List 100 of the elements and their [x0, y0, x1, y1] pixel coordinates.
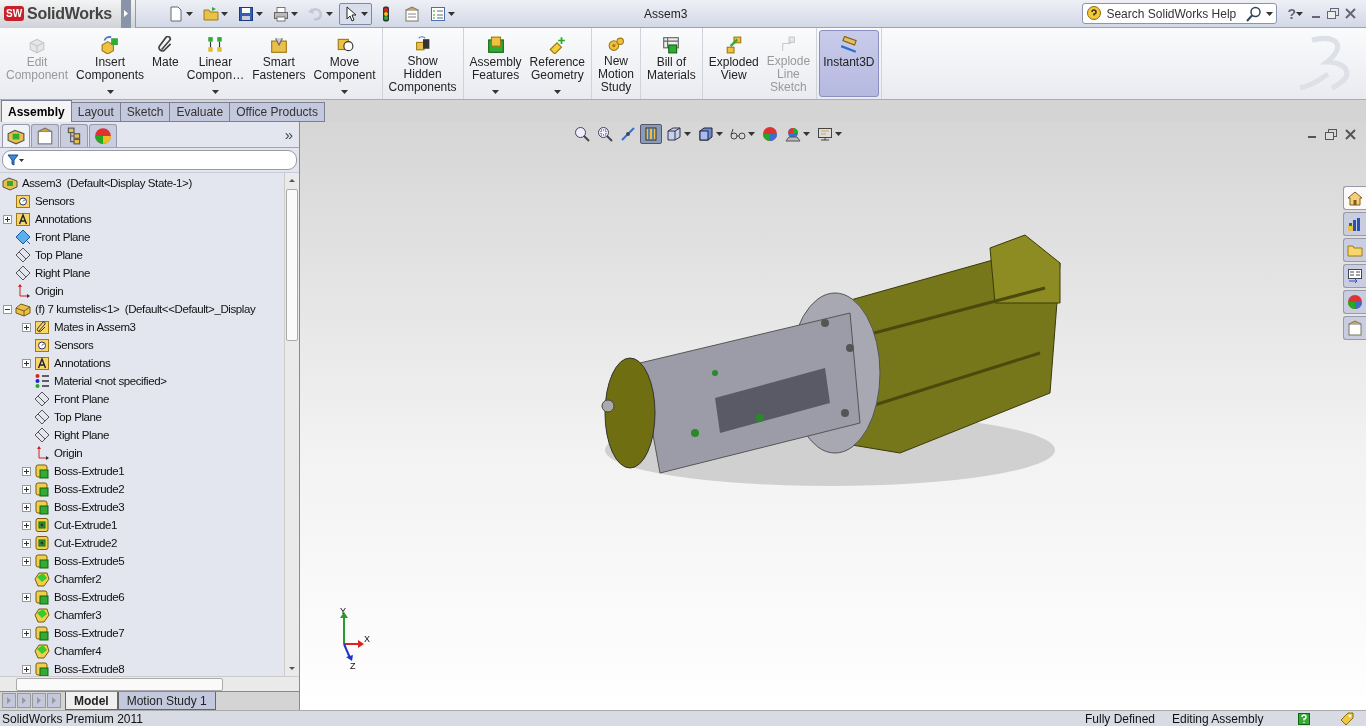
ribbon-tab[interactable]: Assembly [1, 100, 72, 122]
help-icon[interactable] [1298, 712, 1310, 725]
instant3d-button[interactable]: Instant3D [819, 30, 879, 97]
tree-item[interactable]: Origin [54, 447, 83, 459]
caret-icon[interactable] [803, 132, 810, 136]
caret-icon[interactable] [186, 11, 193, 16]
scene-sphere-icon[interactable] [785, 126, 801, 142]
zoom-area-icon[interactable] [597, 126, 613, 142]
tree-item[interactable]: Sensors [54, 339, 94, 351]
tree-item[interactable]: Assem3 (Default<Display State-1>) [22, 177, 192, 189]
ribbon-tab[interactable]: Office Products [229, 102, 325, 122]
assembly-tree-icon[interactable] [7, 127, 25, 145]
model-tab[interactable]: Model [65, 692, 118, 710]
monitor-icon[interactable] [817, 126, 833, 142]
expand-toggle[interactable] [3, 214, 12, 224]
color-sphere-icon[interactable] [1347, 294, 1363, 310]
caret-icon[interactable] [291, 11, 298, 16]
expand-toggle[interactable] [22, 322, 31, 332]
expand-toggle[interactable] [22, 502, 31, 512]
tree-item[interactable]: Chamfer2 [54, 573, 102, 585]
expand-toggle[interactable] [22, 628, 31, 638]
tree-item[interactable]: Mates in Assem3 [54, 321, 136, 333]
close-icon[interactable] [1345, 128, 1356, 140]
checklist-icon[interactable] [430, 5, 446, 22]
tree-item[interactable]: Annotations [35, 213, 92, 225]
insert-components-button[interactable]: Insert Components [72, 30, 149, 97]
expand-panel-button[interactable]: » [284, 126, 297, 143]
expand-toggle[interactable] [22, 520, 31, 530]
property-sheet-icon[interactable] [1347, 320, 1363, 336]
expand-toggle[interactable] [22, 592, 31, 602]
move-component-button[interactable]: Move Component [309, 30, 380, 97]
restore-icon[interactable] [1325, 128, 1337, 140]
library-icon[interactable] [1347, 216, 1363, 232]
ribbon-tab[interactable]: Layout [70, 102, 121, 122]
reference-geometry-button[interactable]: Reference Geometry [525, 30, 589, 97]
tree-item[interactable]: Top Plane [35, 249, 83, 261]
ribbon-tab[interactable]: Sketch [119, 102, 171, 122]
help-button[interactable]: ? [1287, 5, 1296, 22]
previous-view-icon[interactable] [620, 126, 636, 142]
property-sheet-icon[interactable] [36, 127, 54, 145]
restore-icon[interactable] [1327, 8, 1339, 19]
configuration-tree-icon[interactable] [65, 127, 83, 145]
search-field[interactable]: Search SolidWorks Help [1082, 3, 1278, 24]
printer-icon[interactable] [273, 5, 289, 22]
horizontal-scrollbar[interactable] [0, 676, 299, 691]
clipboard-icon[interactable] [404, 5, 420, 22]
tree-item[interactable]: Boss-Extrude7 [54, 627, 125, 639]
tree-item[interactable]: Origin [35, 285, 64, 297]
assembly-features-button[interactable]: Assembly Features [465, 30, 526, 97]
caret-icon[interactable] [1266, 11, 1274, 16]
smart-fasteners-button[interactable]: Smart Fasteners [248, 30, 310, 97]
house-icon[interactable] [1347, 190, 1363, 206]
caret-icon[interactable] [256, 11, 263, 16]
linear-pattern-button[interactable]: Linear Compon… [182, 30, 249, 97]
expand-toggle[interactable] [22, 358, 31, 368]
motion-study-button[interactable]: New Motion Study [594, 30, 638, 97]
tree-item[interactable]: Boss-Extrude3 [54, 501, 125, 513]
caret-icon[interactable] [835, 132, 842, 136]
caret-icon[interactable] [221, 11, 228, 16]
shaded-cube-icon[interactable] [698, 126, 714, 142]
tree-item[interactable]: Front Plane [35, 231, 91, 243]
tree-item[interactable]: Annotations [54, 357, 111, 369]
expand-toggle[interactable] [22, 538, 31, 548]
section-view-icon[interactable] [643, 126, 659, 142]
vertical-scrollbar[interactable] [284, 173, 299, 676]
tree-item[interactable]: Sensors [35, 195, 75, 207]
caret-icon[interactable] [1296, 11, 1303, 16]
close-icon[interactable] [1345, 8, 1356, 19]
expand-toggle[interactable] [22, 664, 31, 674]
filter-field[interactable] [2, 150, 297, 170]
tree-item[interactable]: Chamfer4 [54, 645, 102, 657]
tree-item[interactable]: Cut-Extrude1 [54, 519, 117, 531]
bill-of-materials-button[interactable]: Bill of Materials [643, 30, 700, 97]
tree-item[interactable]: Boss-Extrude1 [54, 465, 125, 477]
menu-arrow-icon[interactable] [124, 10, 128, 17]
caret-icon[interactable] [684, 132, 691, 136]
cube-views-icon[interactable] [666, 126, 682, 142]
caret-icon[interactable] [361, 11, 368, 16]
show-hidden-button[interactable]: Show Hidden Components [384, 30, 461, 97]
caret-icon[interactable] [748, 132, 755, 136]
tree-item[interactable]: Boss-Extrude2 [54, 483, 125, 495]
scrollbar-thumb[interactable] [286, 189, 298, 341]
tree-item[interactable]: (f) 7 kumstelis<1> (Default<<Default>_Display [35, 303, 256, 315]
caret-icon[interactable] [716, 132, 723, 136]
pointer-icon[interactable] [343, 5, 359, 22]
color-sphere-icon[interactable] [94, 127, 112, 145]
tree-item[interactable]: Top Plane [54, 411, 102, 423]
expand-toggle[interactable] [22, 484, 31, 494]
expand-toggle[interactable] [22, 466, 31, 476]
expand-toggle[interactable] [22, 556, 31, 566]
tree-item[interactable]: Boss-Extrude6 [54, 591, 125, 603]
tree-item[interactable]: Material <not specified> [54, 375, 167, 387]
tree-item[interactable]: Boss-Extrude8 [54, 663, 125, 675]
color-sphere-icon[interactable] [762, 126, 778, 142]
caret-icon[interactable] [448, 11, 455, 16]
ribbon-tab[interactable]: Evaluate [169, 102, 231, 122]
mate-button[interactable]: Mate [148, 30, 183, 97]
tree-item[interactable]: Front Plane [54, 393, 110, 405]
scrollbar-thumb[interactable] [16, 678, 223, 691]
zoom-fit-icon[interactable] [574, 126, 590, 142]
